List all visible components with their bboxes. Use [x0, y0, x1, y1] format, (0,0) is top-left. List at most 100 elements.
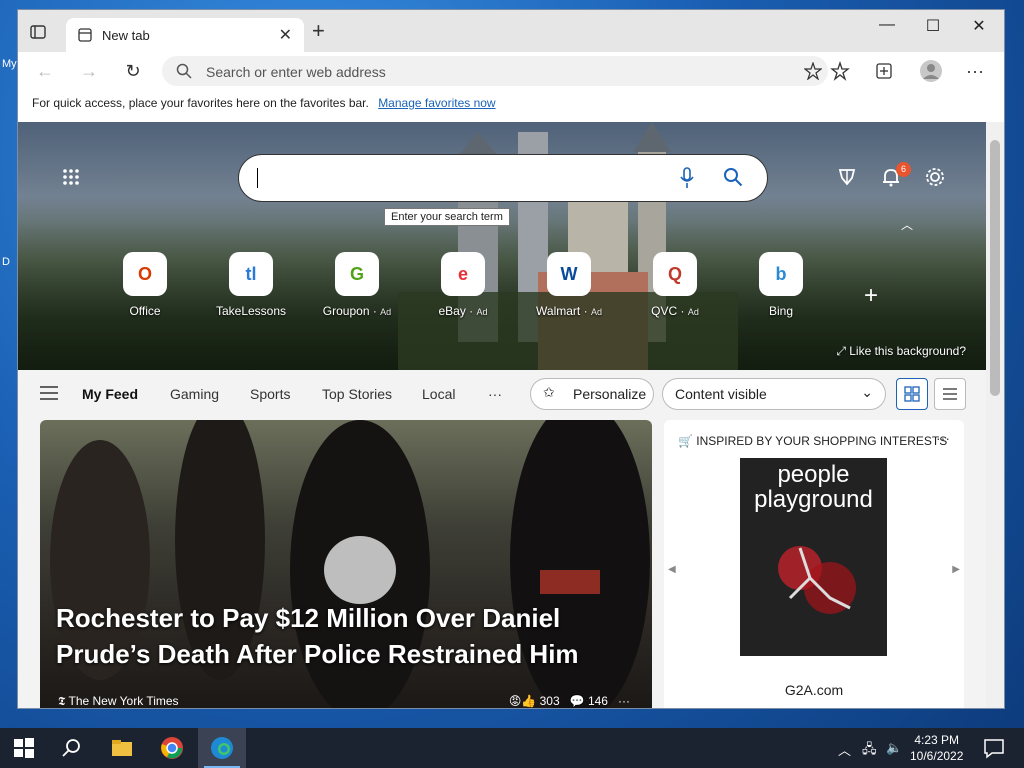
feed-tab-gaming[interactable]: Gaming [170, 386, 219, 402]
show-hidden-icons[interactable]: ︿ [838, 740, 851, 759]
feed-tab-local[interactable]: Local [422, 386, 455, 402]
hero-background: Enter your search term 6 ︿ O Office tl T… [18, 122, 986, 370]
office-logo-icon: O [123, 252, 167, 296]
personalize-label: Personalize [573, 386, 647, 402]
page-settings-gear-icon[interactable] [924, 166, 946, 188]
maximize-button[interactable]: ☐ [910, 16, 956, 36]
favorites-icon[interactable] [830, 61, 850, 81]
search-tooltip: Enter your search term [384, 208, 510, 226]
close-window-button[interactable]: ✕ [956, 16, 1002, 36]
apps-grid-icon[interactable] [62, 168, 80, 186]
clock-date: 10/6/2022 [910, 749, 964, 763]
minimize-button[interactable]: — [864, 16, 910, 34]
ad-marker: Ad [476, 307, 488, 317]
ad-more-button[interactable]: ··· [936, 430, 950, 446]
address-bar[interactable]: Search or enter web address [162, 56, 828, 86]
refresh-icon[interactable]: ↻ [122, 60, 144, 82]
tile-label: Walmart · Ad [536, 304, 602, 318]
list-view-button[interactable] [934, 378, 966, 410]
quick-link-bing[interactable]: b Bing [726, 252, 836, 318]
text-caret [257, 168, 258, 188]
taskbar-search-icon[interactable] [60, 736, 84, 760]
ad-marker: Ad [590, 307, 602, 317]
add-quick-link-button[interactable]: + [864, 282, 878, 310]
shopping-ad-card[interactable]: 🛒 INSPIRED BY YOUR SHOPPING INTERESTS ··… [664, 420, 964, 708]
feed-tab-sports[interactable]: Sports [250, 386, 290, 402]
content-visible-label: Content visible [675, 386, 767, 402]
navigation-toolbar: ← → ↻ Search or enter web address ··· [18, 52, 1004, 90]
feed-tab-top-stories[interactable]: Top Stories [322, 386, 392, 402]
tile-label-text: Groupon [322, 304, 370, 318]
add-favorite-icon[interactable] [804, 62, 822, 80]
new-tab-page: Enter your search term 6 ︿ O Office tl T… [18, 122, 986, 708]
quick-link-takelessons[interactable]: tl TakeLessons [196, 252, 306, 318]
quick-link-office[interactable]: O Office [90, 252, 200, 318]
tile-label-text: QVC [651, 304, 678, 318]
shopping-cart-icon: 🛒 [678, 434, 693, 448]
feed-navigation: My Feed Gaming Sports Top Stories Local … [18, 370, 986, 420]
desktop-icon-label[interactable]: D [2, 256, 10, 268]
edge-taskbar-button[interactable] [198, 728, 246, 768]
collapse-chevron-icon[interactable]: ︿ [901, 216, 913, 233]
top-story-card[interactable]: Rochester to Pay $12 Million Over Daniel… [40, 420, 652, 708]
content-visibility-dropdown[interactable]: Content visible ⌄ [662, 378, 886, 410]
tab-new-tab[interactable]: New tab ✕ [66, 18, 304, 52]
feed-more-button[interactable]: ··· [488, 386, 502, 402]
quick-link-qvc[interactable]: Q QVC · Ad [620, 252, 730, 318]
feed-tab-my-feed[interactable]: My Feed [82, 386, 138, 402]
quick-link-walmart[interactable]: W Walmart · Ad [514, 252, 624, 318]
system-clock[interactable]: 4:23 PM 10/6/2022 [910, 732, 963, 764]
personalize-button[interactable]: ✩ Personalize [530, 378, 654, 410]
carousel-prev-icon[interactable]: ◀ [668, 564, 676, 575]
quick-link-groupon[interactable]: G Groupon · Ad [302, 252, 412, 318]
search-icon [176, 63, 192, 79]
grid-view-button[interactable] [896, 378, 928, 410]
tile-label: Groupon · Ad [322, 304, 392, 318]
settings-menu-icon[interactable]: ··· [964, 60, 986, 82]
microphone-icon[interactable] [679, 167, 695, 189]
scrollbar-thumb[interactable] [990, 140, 1000, 396]
article-source[interactable]: 𝕿 The New York Times [58, 694, 179, 708]
carousel-next-icon[interactable]: ▶ [952, 564, 960, 575]
tab-bar: New tab ✕ + — ☐ ✕ [18, 10, 1004, 52]
groupon-logo-icon: G [335, 252, 379, 296]
article-headline[interactable]: Rochester to Pay $12 Million Over Daniel… [56, 600, 626, 672]
manage-favorites-link[interactable]: Manage favorites now [378, 96, 495, 110]
web-search-box[interactable] [238, 154, 768, 202]
profile-avatar-icon[interactable] [920, 60, 942, 82]
notifications-center-icon[interactable] [982, 736, 1006, 760]
favorites-bar-message: For quick access, place your favorites h… [32, 96, 496, 110]
page-scrollbar[interactable] [986, 122, 1004, 708]
desktop-icon-label[interactable]: My [2, 58, 17, 70]
tile-label: Office [90, 304, 200, 318]
collections-icon[interactable] [874, 61, 894, 81]
back-icon[interactable]: ← [34, 60, 56, 82]
tab-actions-icon[interactable] [30, 24, 46, 40]
volume-icon[interactable]: 🔈 [886, 740, 902, 756]
search-submit-icon[interactable] [723, 167, 743, 187]
close-tab-icon[interactable]: ✕ [279, 25, 292, 45]
tile-glyph: b [775, 263, 787, 284]
network-icon[interactable]: 🖧 [862, 740, 877, 762]
rewards-icon[interactable] [836, 166, 858, 188]
file-explorer-icon[interactable] [110, 736, 134, 760]
comments-icon[interactable]: 💬 [570, 694, 585, 708]
people-playground-poster[interactable]: people playground [740, 458, 887, 656]
clock-time: 4:23 PM [914, 733, 960, 747]
windows-start-icon[interactable] [12, 736, 36, 760]
reactions-icon[interactable]: 😡👍 [509, 694, 536, 708]
personalize-star-icon: ✩ [543, 384, 555, 400]
list-view-icon [943, 388, 957, 400]
hamburger-menu-icon[interactable] [40, 386, 58, 400]
chrome-icon[interactable] [160, 736, 184, 760]
bing-logo-icon: b [759, 252, 803, 296]
article-more-button[interactable]: ··· [618, 694, 630, 708]
quick-link-ebay[interactable]: e eBay · Ad [408, 252, 518, 318]
favorites-bar: For quick access, place your favorites h… [18, 90, 1004, 123]
new-tab-button[interactable]: + [312, 20, 325, 42]
like-background-link[interactable]: ⤢ Like this background? [836, 344, 966, 359]
ad-site-name[interactable]: G2A.com [664, 682, 964, 698]
forward-icon[interactable]: → [78, 60, 100, 82]
article-source-name: The New York Times [68, 694, 179, 708]
favorites-message-text: For quick access, place your favorites h… [32, 96, 369, 110]
